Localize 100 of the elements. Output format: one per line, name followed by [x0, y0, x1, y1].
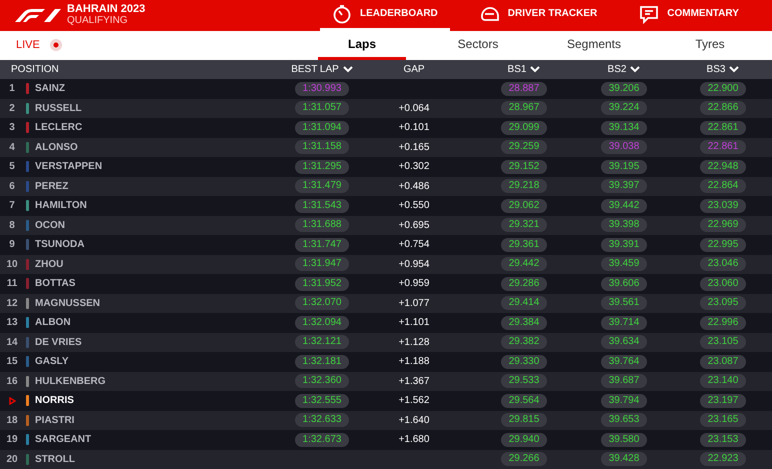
table-row[interactable]: 12 MAGNUSSEN 1:32.070 +1.077 29.414 39.561 23.095	[0, 294, 772, 313]
gap-value: +1.367	[398, 374, 430, 389]
time-pill: 29.330	[500, 354, 548, 369]
play-triangle-icon	[8, 396, 16, 405]
driver-name: VERSTAPPEN	[35, 160, 102, 174]
gap-value: +0.101	[398, 121, 430, 136]
time-pill: 39.794	[600, 394, 648, 408]
time-pill: 22.900	[700, 82, 746, 96]
driver-name: SAINZ	[35, 82, 65, 96]
table-row[interactable]: 16 HULKENBERG 1:32.360 +1.367 29.533 39.687 23.140	[0, 372, 772, 391]
position-number: 6	[9, 180, 15, 194]
time-pill: 1:31.543	[294, 198, 350, 213]
time-pill: 23.165	[700, 413, 746, 428]
time-pill: 29.099	[500, 120, 548, 135]
time-pill: 39.195	[600, 160, 648, 174]
time-pill: 22.948	[700, 160, 746, 174]
tab[interactable]: Sectors	[434, 30, 522, 60]
time-pill: 1:31.295	[294, 160, 350, 174]
table-row[interactable]: 4 ALONSO 1:31.158 +0.165 29.259 39.038 22.861	[0, 138, 772, 157]
time-pill: 1:32.555	[294, 394, 350, 408]
chevron-down-icon	[342, 66, 353, 74]
driver-name: DE VRIES	[35, 336, 82, 350]
driver-name: ZHOU	[35, 258, 64, 272]
time-pill: 22.864	[700, 179, 746, 194]
time-pill: 29.259	[500, 140, 548, 154]
table-row[interactable]: 8 OCON 1:31.688 +0.695 29.321 39.398 22.969	[0, 216, 772, 235]
gap-value: +0.695	[398, 218, 430, 233]
time-pill: 29.321	[500, 218, 548, 232]
position-number: 2	[9, 102, 15, 116]
time-pill: 39.687	[600, 374, 648, 388]
time-pill: 29.152	[500, 160, 548, 174]
time-pill: 22.923	[700, 452, 746, 466]
driver-name: PIASTRI	[35, 414, 74, 428]
time-pill: 1:31.158	[294, 140, 350, 154]
position-number: 18	[6, 414, 18, 428]
position-number: 12	[6, 296, 18, 311]
time-pill: 29.533	[500, 374, 548, 388]
chevron-down-icon	[530, 66, 540, 74]
driver-name: RUSSELL	[35, 102, 82, 116]
column-header[interactable]: BS3	[706, 62, 740, 78]
gap-value: +1.562	[398, 394, 430, 408]
table-row[interactable]: 18 PIASTRI 1:32.633 +1.640 29.815 39.653 23.165	[0, 410, 772, 430]
nav-tab[interactable]: COMMENTARY	[627, 0, 751, 31]
time-pill: 39.224	[600, 101, 648, 116]
position-number: 4	[9, 140, 15, 155]
time-pill: 29.414	[500, 296, 548, 310]
table-row[interactable]: 20 STROLL 29.266 39.428 22.923	[0, 450, 772, 469]
gap-value: +0.064	[398, 102, 430, 116]
time-pill: 1:32.633	[294, 413, 350, 428]
table-row[interactable]: 6 PEREZ 1:31.479 +0.486 29.218 39.397 22.864	[0, 176, 772, 196]
time-pill: 29.442	[500, 257, 548, 272]
time-pill: 22.866	[700, 101, 746, 116]
time-pill: 39.206	[600, 82, 648, 96]
position-number: 9	[9, 238, 15, 252]
time-pill: 23.087	[700, 354, 746, 369]
position-number: 8	[9, 218, 15, 233]
driver-name: HULKENBERG	[35, 374, 106, 389]
column-header[interactable]: BS2	[608, 62, 640, 78]
time-pill: 1:31.479	[294, 179, 350, 194]
column-header[interactable]: BS1	[508, 62, 540, 78]
time-pill: 23.197	[700, 394, 746, 408]
gap-value: +1.101	[398, 316, 430, 330]
time-pill: 23.140	[700, 374, 746, 388]
table-row[interactable]: 2 RUSSELL 1:31.057 +0.064 28.967 39.224 22.866	[0, 98, 772, 118]
position-number: 3	[9, 121, 15, 136]
time-pill: 39.561	[600, 296, 648, 310]
driver-name: SARGEANT	[35, 433, 92, 448]
time-pill: 22.969	[700, 218, 746, 232]
tab[interactable]: Segments	[550, 30, 638, 60]
time-pill: 39.398	[600, 218, 648, 232]
table-row[interactable]: 10 ZHOU 1:31.947 +0.954 29.442 39.459 23.046	[0, 254, 772, 274]
driver-name: ALONSO	[35, 140, 78, 155]
gap-value: +1.077	[398, 296, 430, 311]
table-row[interactable]: 14 DE VRIES 1:32.121 +1.128 29.382 39.634 23.105	[0, 332, 772, 352]
time-pill: 29.218	[500, 179, 548, 194]
driver-name: PEREZ	[35, 180, 68, 194]
time-pill: 23.060	[700, 276, 746, 291]
time-pill: 23.095	[700, 296, 746, 310]
time-pill: 23.105	[700, 335, 746, 350]
time-pill: 1:31.952	[294, 276, 350, 291]
time-pill: 1:31.094	[294, 120, 350, 135]
position-number: 15	[6, 355, 18, 370]
logo-icon	[15, 8, 61, 22]
live-label: LIVE	[16, 38, 40, 54]
column-header[interactable]: BEST LAP	[291, 62, 353, 78]
time-pill: 23.039	[700, 198, 746, 213]
position-number: 14	[6, 336, 18, 350]
time-pill: 39.391	[600, 238, 648, 252]
gap-value: +0.550	[398, 199, 430, 214]
time-pill: 29.266	[500, 452, 548, 466]
position-number: 16	[6, 374, 18, 389]
tab[interactable]: Tyres	[666, 30, 754, 60]
nav-tab[interactable]: DRIVER TRACKER	[468, 0, 610, 31]
time-pill: 1:31.947	[294, 257, 350, 272]
time-pill: 29.384	[500, 316, 548, 330]
driver-name: NORRIS	[35, 394, 74, 408]
gap-value: +1.188	[398, 355, 430, 370]
time-pill: 1:30.993	[294, 82, 350, 96]
driver-name: TSUNODA	[35, 238, 84, 252]
time-pill: 29.062	[500, 198, 548, 213]
